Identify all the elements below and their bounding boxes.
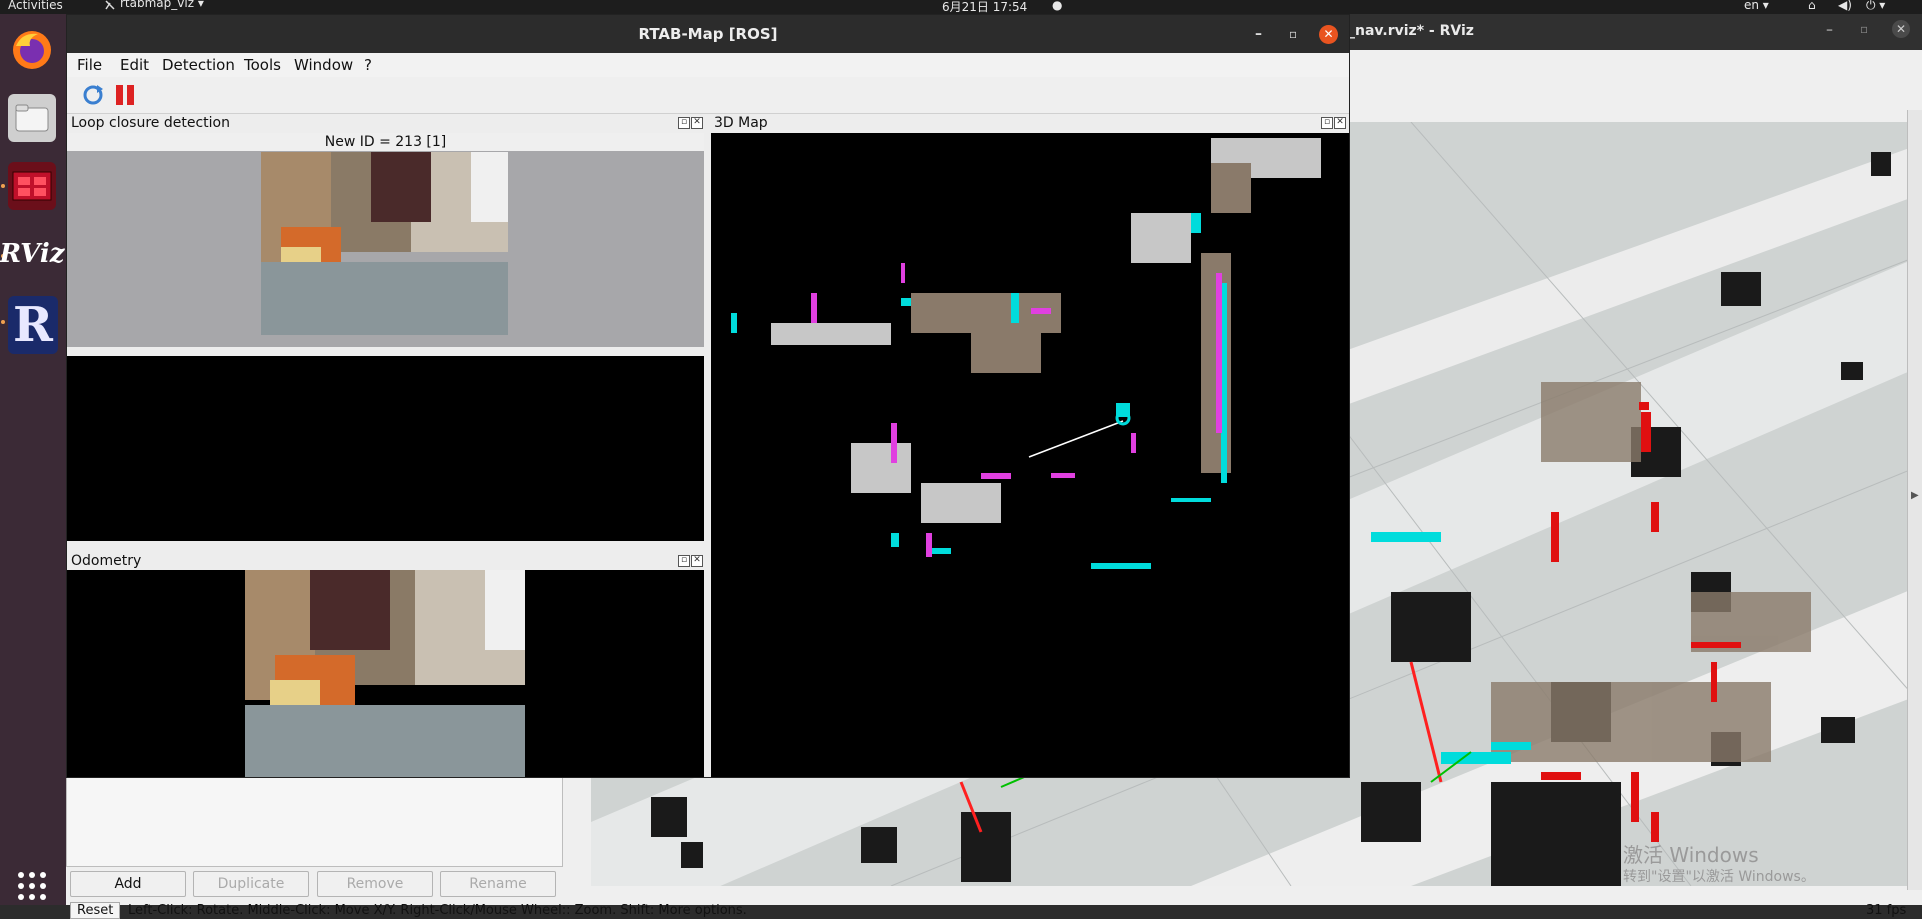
float-icon[interactable]: ▫ — [678, 117, 690, 129]
float-icon[interactable]: ▫ — [1321, 117, 1333, 129]
volume-icon[interactable]: ◀) — [1838, 0, 1852, 12]
app-grid-icon — [18, 872, 46, 900]
new-id-label: New ID = 213 [1] — [67, 133, 704, 151]
rtabmap-launcher[interactable]: R — [8, 296, 58, 354]
network-icon[interactable]: ⌂ — [1808, 0, 1816, 12]
minimize-button[interactable]: – — [1826, 22, 1833, 38]
map3d-view[interactable] — [711, 133, 1357, 777]
close-button[interactable]: ✕ — [1319, 25, 1338, 44]
rtabmap-menubar: File Edit Detection Tools Window ? — [67, 53, 1349, 77]
files-launcher[interactable] — [8, 94, 56, 142]
duplicate-button[interactable]: Duplicate — [193, 871, 309, 897]
minimize-button[interactable]: – — [1255, 15, 1262, 53]
maximize-button[interactable]: ▫ — [1289, 15, 1297, 53]
rviz-window-title: _nav.rviz* - RViz — [1348, 23, 1474, 39]
app-menu-label: rtabmap_viz ▾ — [120, 0, 204, 10]
chevron-right-icon[interactable]: ▶ — [1911, 490, 1919, 501]
app-menu[interactable]: rtabmap_viz ▾ — [104, 0, 204, 12]
maximize-button[interactable]: ▫ — [1860, 22, 1868, 36]
rviz-icon: RViz — [0, 239, 65, 269]
menu-edit[interactable]: Edit — [120, 56, 149, 74]
datetime-clock[interactable]: 6月21日 17:54 — [942, 0, 1027, 15]
point-cloud-render — [731, 138, 1357, 569]
activation-watermark-title: 激活 Windows — [1623, 843, 1759, 867]
rtabmap-window-title: RTAB-Map [ROS] — [638, 25, 778, 43]
refresh-button[interactable] — [82, 84, 104, 110]
fps-readout: 31 fps — [1866, 903, 1907, 918]
pause-button[interactable] — [115, 84, 135, 110]
show-applications-button[interactable] — [8, 862, 56, 910]
rtabmap-titlebar: RTAB-Map [ROS] – ▫ ✕ — [67, 15, 1349, 53]
launcher-dock: RViz R — [0, 14, 66, 905]
odometry-title: Odometry — [71, 553, 142, 569]
folder-icon — [15, 104, 49, 132]
odometry-camera-image — [245, 570, 525, 777]
loop-closure-camera-image — [261, 152, 508, 335]
odometry-view — [67, 570, 704, 777]
refresh-icon — [83, 85, 103, 105]
menu-tools[interactable]: Tools — [244, 56, 281, 74]
pause-icon — [116, 85, 134, 105]
activation-watermark-subtitle: 转到"设置"以激活 Windows。 — [1623, 869, 1815, 885]
loop-closure-match-view — [67, 356, 704, 541]
notification-dot-icon: ● — [1052, 0, 1063, 12]
camera-frame — [261, 152, 508, 335]
rviz-launcher[interactable]: RViz — [0, 230, 65, 278]
status-hint: Left-Click: Rotate. Middle-Click: Move X… — [128, 903, 747, 918]
loop-closure-view: New ID = 213 [1] — [67, 133, 704, 347]
activities-button[interactable]: Activities — [8, 0, 63, 12]
menu-file[interactable]: File — [77, 56, 102, 74]
menu-window[interactable]: Window — [294, 56, 353, 74]
red-app-icon — [12, 171, 52, 201]
close-icon[interactable]: ✕ — [691, 117, 703, 129]
menu-detection[interactable]: Detection — [162, 56, 235, 74]
rtabmap-window: RTAB-Map [ROS] – ▫ ✕ File Edit Detection… — [66, 14, 1357, 778]
rviz-vertical-scrollbar[interactable]: ▶ — [1907, 110, 1922, 890]
power-icon[interactable]: ⏻ ▾ — [1866, 0, 1885, 13]
rtabmap-icon: R — [13, 297, 53, 353]
odometry-titlebar: Odometry ▫ ✕ — [67, 552, 704, 570]
close-button[interactable]: ✕ — [1892, 20, 1910, 38]
app-menu-icon — [105, 0, 115, 10]
running-indicator-dot — [1, 320, 5, 324]
rviz-status-bar: Reset Left-Click: Rotate. Middle-Click: … — [66, 901, 1922, 919]
close-icon[interactable]: ✕ — [691, 555, 703, 567]
firefox-launcher[interactable] — [8, 26, 56, 74]
rviz-displays-panel[interactable] — [66, 769, 563, 867]
running-indicator-dot — [1, 184, 5, 188]
system-top-bar: Activities rtabmap_viz ▾ 6月21日 17:54 ● e… — [0, 0, 1922, 14]
map3d-title: 3D Map — [714, 115, 768, 131]
rename-button[interactable]: Rename — [440, 871, 556, 897]
firefox-icon — [13, 31, 51, 69]
close-icon[interactable]: ✕ — [1334, 117, 1346, 129]
add-button[interactable]: Add — [70, 871, 186, 897]
menu-help[interactable]: ? — [364, 56, 372, 74]
remove-button[interactable]: Remove — [317, 871, 433, 897]
red-app-launcher[interactable] — [8, 162, 56, 210]
loop-closure-title: Loop closure detection — [71, 115, 230, 131]
rtabmap-toolbar — [67, 77, 1349, 114]
camera-frame — [245, 570, 525, 777]
language-indicator[interactable]: en ▾ — [1744, 0, 1769, 12]
float-icon[interactable]: ▫ — [678, 555, 690, 567]
